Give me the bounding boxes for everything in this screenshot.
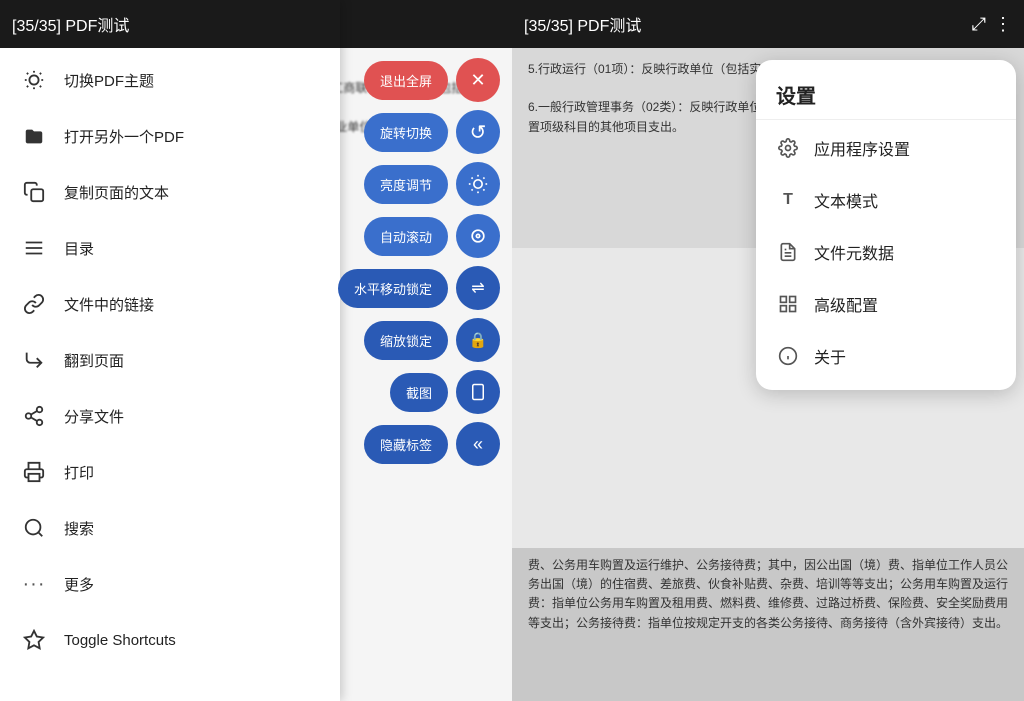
right-lower-content: 费、公务用车购置及运行维护、公务接待费；其中，因公出国（境）费、指单位工作人员公… (512, 548, 1024, 701)
left-menu-header: [35/35] PDF测试 (0, 0, 340, 48)
menu-item-goto-page[interactable]: 翻到页面 (0, 332, 340, 388)
lock-zoom-icon: 🔒 (456, 318, 500, 362)
open-pdf-icon (20, 122, 48, 150)
settings-divider-0 (756, 119, 1016, 120)
hide-tags-label: 隐藏标签 (364, 425, 448, 464)
right-header-left: [35/35] PDF测试 (524, 12, 641, 36)
file-meta-label: 文件元数据 (814, 240, 894, 264)
app-settings-icon (776, 138, 800, 158)
settings-title: 设置 (756, 68, 1016, 117)
lock-zoom-label: 缩放锁定 (364, 321, 448, 360)
menu-item-switch-theme[interactable]: 切换PDF主题 (0, 52, 340, 108)
search-label: 搜索 (64, 518, 94, 539)
goto-page-icon (20, 346, 48, 374)
links-label: 文件中的链接 (64, 294, 154, 315)
menu-item-copy-text[interactable]: 复制页面的文本 (0, 164, 340, 220)
exit-fullscreen-label: 退出全屏 (364, 61, 448, 100)
toc-icon (20, 234, 48, 262)
exit-fullscreen-icon: ✕ (456, 58, 500, 102)
toggle-shortcuts-icon (20, 626, 48, 654)
rotate-icon: ↺ (456, 110, 500, 154)
lock-horizontal-icon: ⇌ (456, 266, 500, 310)
toggle-shortcuts-label: Toggle Shortcuts (64, 632, 176, 649)
print-icon (20, 458, 48, 486)
switch-theme-icon (20, 66, 48, 94)
rotate-btn[interactable]: 旋转切换 ↺ (364, 110, 500, 154)
text-mode-label: 文本模式 (814, 188, 878, 212)
left-panel: [35/35] PDF测试 事业发展目标所发生的支出。 （201类）民主党派及工… (0, 0, 512, 701)
app-settings-label: 应用程序设置 (814, 136, 910, 160)
screenshot-icon (456, 370, 500, 414)
left-menu-header-title: [35/35] PDF测试 (12, 12, 129, 36)
left-menu-overlay: [35/35] PDF测试 切换PDF主题 打开另外一个PDF (0, 0, 340, 701)
about-label: 关于 (814, 344, 846, 368)
brightness-btn[interactable]: 亮度调节 (364, 162, 500, 206)
menu-items-list: 切换PDF主题 打开另外一个PDF 复制页面的文本 (0, 48, 340, 672)
menu-item-toggle-shortcuts[interactable]: Toggle Shortcuts (0, 612, 340, 668)
right-header-icons: ⤢ ⋮ (972, 14, 1012, 35)
lock-horizontal-btn[interactable]: 水平移动锁定 ⇌ (338, 266, 500, 310)
share-label: 分享文件 (64, 406, 124, 427)
right-header-title: [35/35] PDF测试 (524, 12, 641, 36)
copy-text-icon (20, 178, 48, 206)
menu-item-search[interactable]: 搜索 (0, 500, 340, 556)
copy-text-label: 复制页面的文本 (64, 182, 169, 203)
open-pdf-label: 打开另外一个PDF (64, 126, 184, 147)
screenshot-label: 截图 (390, 373, 448, 412)
toc-label: 目录 (64, 238, 94, 259)
action-buttons-overlay: 退出全屏 ✕ 旋转切换 ↺ 亮度调节 自动滚动 (332, 48, 512, 476)
menu-item-links[interactable]: 文件中的链接 (0, 276, 340, 332)
search-icon (20, 514, 48, 542)
lock-zoom-btn[interactable]: 缩放锁定 🔒 (364, 318, 500, 362)
advanced-icon (776, 294, 800, 314)
rotate-label: 旋转切换 (364, 113, 448, 152)
share-icon (20, 402, 48, 430)
brightness-icon (456, 162, 500, 206)
menu-item-toc[interactable]: 目录 (0, 220, 340, 276)
hide-tags-icon: « (456, 422, 500, 466)
hide-tags-btn[interactable]: 隐藏标签 « (364, 422, 500, 466)
switch-theme-label: 切换PDF主题 (64, 70, 154, 91)
settings-popup: 设置 应用程序设置 T 文本模式 文件元数据 (756, 60, 1016, 390)
expand-icon[interactable]: ⤢ (972, 14, 986, 35)
text-mode-icon: T (776, 191, 800, 209)
settings-item-advanced[interactable]: 高级配置 (756, 278, 1016, 330)
exit-fullscreen-btn[interactable]: 退出全屏 ✕ (364, 58, 500, 102)
settings-item-app-settings[interactable]: 应用程序设置 (756, 122, 1016, 174)
about-icon (776, 346, 800, 366)
more-options-icon[interactable]: ⋮ (994, 14, 1012, 35)
settings-item-file-meta[interactable]: 文件元数据 (756, 226, 1016, 278)
print-label: 打印 (64, 462, 94, 483)
goto-page-label: 翻到页面 (64, 350, 124, 371)
menu-item-more[interactable]: ··· 更多 (0, 556, 340, 612)
screenshot-btn[interactable]: 截图 (390, 370, 500, 414)
right-header: [35/35] PDF测试 ⤢ ⋮ (512, 0, 1024, 48)
more-icon: ··· (20, 570, 48, 598)
auto-scroll-label: 自动滚动 (364, 217, 448, 256)
settings-item-text-mode[interactable]: T 文本模式 (756, 174, 1016, 226)
right-panel: [35/35] PDF测试 ⤢ ⋮ 5.行政运行（01项）：反映行政单位（包括实… (512, 0, 1024, 701)
menu-item-share[interactable]: 分享文件 (0, 388, 340, 444)
menu-item-print[interactable]: 打印 (0, 444, 340, 500)
right-pdf-text-bottom: 费、公务用车购置及运行维护、公务接待费；其中，因公出国（境）费、指单位工作人员公… (528, 556, 1008, 633)
auto-scroll-icon (456, 214, 500, 258)
more-label: 更多 (64, 574, 94, 595)
menu-item-open-pdf[interactable]: 打开另外一个PDF (0, 108, 340, 164)
brightness-label: 亮度调节 (364, 165, 448, 204)
lock-horizontal-label: 水平移动锁定 (338, 269, 448, 308)
file-meta-icon (776, 242, 800, 262)
settings-item-about[interactable]: 关于 (756, 330, 1016, 382)
links-icon (20, 290, 48, 318)
advanced-label: 高级配置 (814, 292, 878, 316)
auto-scroll-btn[interactable]: 自动滚动 (364, 214, 500, 258)
